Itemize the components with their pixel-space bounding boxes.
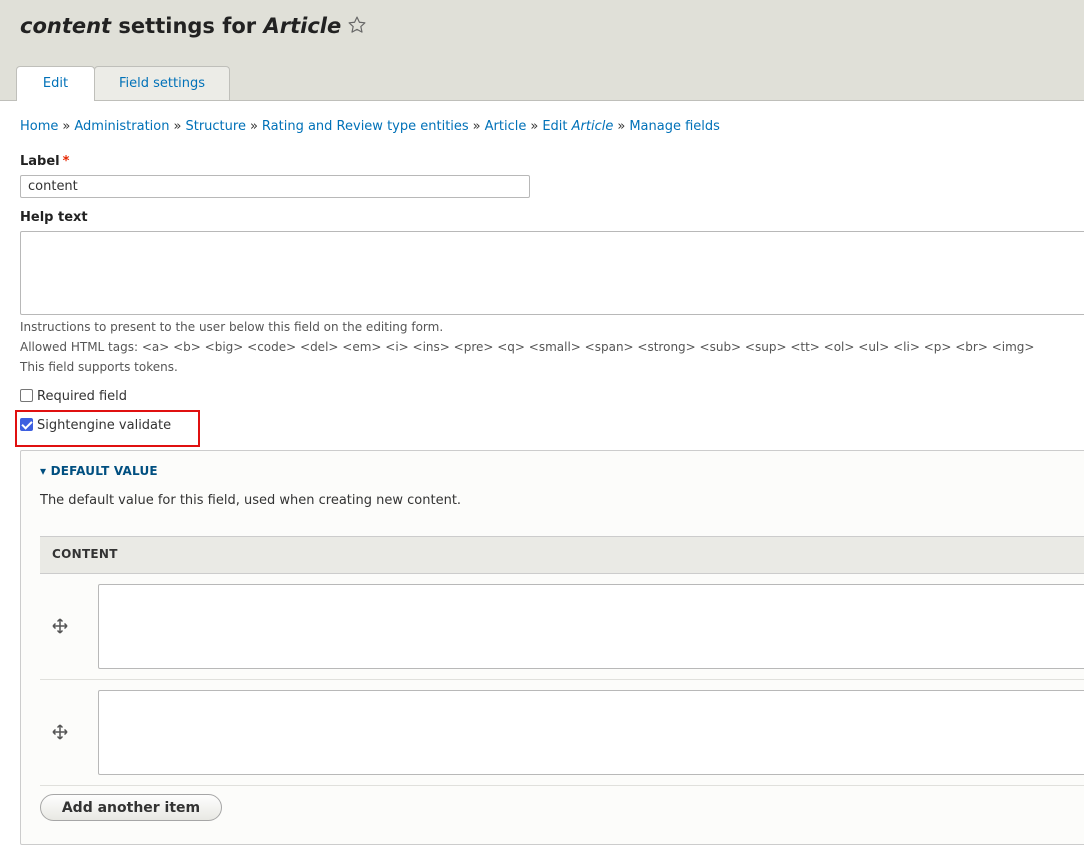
breadcrumb-separator: » (530, 119, 539, 134)
page-header: content settings for Article Edit Field … (0, 0, 1084, 101)
required-field-row: Required field (20, 389, 127, 404)
content-table-header: CONTENT (40, 536, 1084, 574)
breadcrumb-edit-article[interactable]: Edit Article (542, 119, 613, 134)
sightengine-validate-row: Sightengine validate (20, 418, 171, 433)
required-field-label[interactable]: Required field (37, 389, 127, 404)
breadcrumb-rating-review[interactable]: Rating and Review type entities (262, 119, 469, 134)
table-row (40, 574, 1084, 680)
drag-handle-icon[interactable] (52, 618, 68, 634)
required-field-checkbox[interactable] (20, 389, 33, 402)
star-outline-icon[interactable] (347, 15, 367, 35)
help-text-description: Instructions to present to the user belo… (20, 320, 444, 334)
tab-field-settings-label: Field settings (119, 76, 205, 91)
tab-field-settings[interactable]: Field settings (94, 66, 230, 100)
breadcrumb-separator: » (62, 119, 71, 134)
help-text-textarea[interactable] (20, 231, 1084, 315)
add-another-item-button[interactable]: Add another item (40, 794, 222, 821)
breadcrumb-structure[interactable]: Structure (185, 119, 245, 134)
help-text-title: Help text (20, 210, 88, 225)
page-title-entity: Article (263, 14, 342, 38)
breadcrumb-article[interactable]: Article (485, 119, 527, 134)
breadcrumb-home[interactable]: Home (20, 119, 58, 134)
tokens-note: This field supports tokens. (20, 360, 178, 374)
breadcrumb-separator: » (472, 119, 481, 134)
page-title: content settings for Article (20, 14, 367, 38)
content-item-textarea[interactable] (98, 584, 1084, 669)
breadcrumb: Home» Administration» Structure» Rating and… (20, 119, 720, 134)
content-item-textarea[interactable] (98, 690, 1084, 775)
allowed-html-tags: Allowed HTML tags: <a> <b> <big> <code> … (20, 340, 1035, 354)
breadcrumb-separator: » (617, 119, 626, 134)
default-value-summary[interactable]: ▾ DEFAULT VALUE (40, 464, 158, 478)
breadcrumb-edit-prefix: Edit (542, 119, 572, 134)
table-row (40, 680, 1084, 786)
content-column-header: CONTENT (52, 547, 118, 561)
sightengine-validate-checkbox[interactable] (20, 418, 33, 431)
tab-edit-label: Edit (42, 76, 69, 91)
breadcrumb-separator: » (173, 119, 182, 134)
breadcrumb-edit-entity: Article (571, 119, 614, 134)
sightengine-validate-label[interactable]: Sightengine validate (37, 418, 171, 433)
label-field-title-text: Label (20, 154, 60, 169)
breadcrumb-administration[interactable]: Administration (74, 119, 169, 134)
label-field-title: Label * (20, 154, 69, 169)
label-input[interactable] (20, 175, 530, 198)
drag-handle-icon[interactable] (52, 724, 68, 740)
page-title-field: content (20, 14, 112, 38)
tab-edit[interactable]: Edit (16, 66, 95, 101)
page-title-mid: settings for (111, 14, 264, 38)
breadcrumb-separator: » (249, 119, 258, 134)
breadcrumb-manage-fields[interactable]: Manage fields (629, 119, 720, 134)
default-value-description: The default value for this field, used w… (40, 493, 462, 508)
required-marker: * (62, 154, 70, 169)
